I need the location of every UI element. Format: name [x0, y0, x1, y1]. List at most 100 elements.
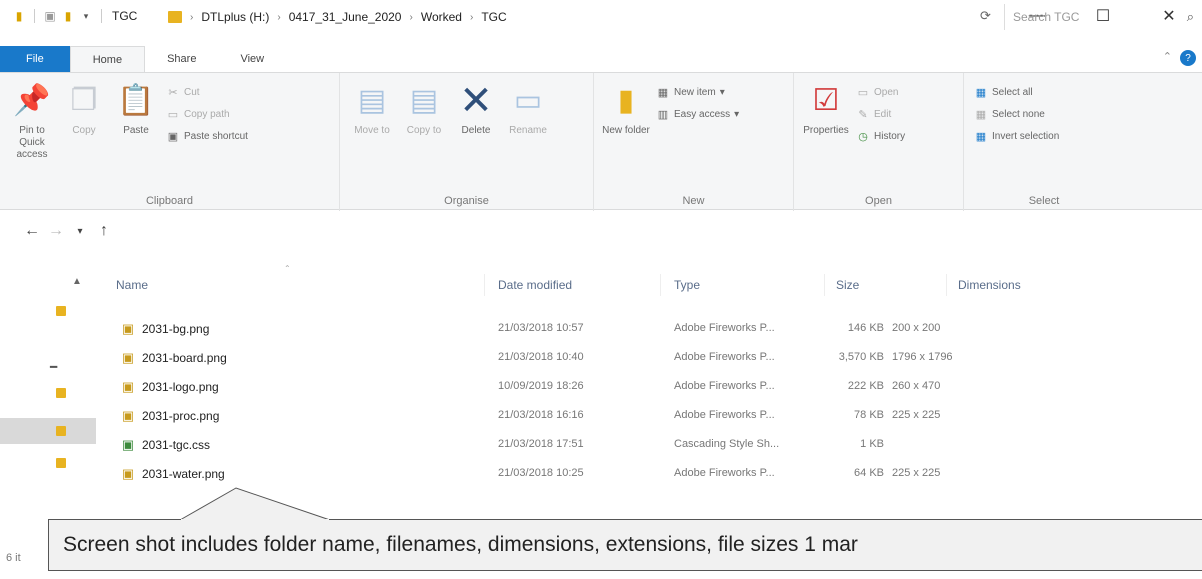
- copy-button[interactable]: ❐ Copy: [58, 81, 110, 211]
- file-row[interactable]: ▣ 2031-bg.png 21/03/2018 10:57 Adobe Fire…: [108, 316, 1108, 342]
- file-date: 21/03/2018 10:57: [498, 322, 584, 334]
- nav-item-selected[interactable]: [0, 418, 96, 444]
- file-size: 3,570 KB: [838, 351, 884, 363]
- folder-icon[interactable]: [56, 306, 66, 316]
- move-to-button[interactable]: ▤ Move to: [346, 81, 398, 211]
- move-to-icon: ▤: [357, 84, 387, 117]
- chevron-right-icon[interactable]: ›: [470, 12, 473, 23]
- status-item-count: 6 it: [6, 552, 21, 564]
- file-name: 2031-proc.png: [142, 409, 220, 423]
- help-icon[interactable]: ?: [1180, 50, 1196, 66]
- breadcrumb-drive[interactable]: DTLplus (H:): [201, 10, 269, 24]
- clipboard-group-label: Clipboard: [145, 195, 194, 207]
- new-folder-icon[interactable]: ▮: [61, 9, 75, 23]
- edit-button[interactable]: ✎ Edit: [856, 107, 905, 121]
- column-divider[interactable]: [824, 274, 825, 296]
- organise-group-label: Organise: [444, 195, 489, 207]
- search-box[interactable]: Search TGC ⌕: [1004, 4, 1200, 30]
- file-row[interactable]: ▣ 2031-board.png 21/03/2018 10:40 Adobe F…: [108, 345, 1108, 371]
- open-button[interactable]: ▭ Open: [856, 85, 905, 99]
- tab-share[interactable]: Share: [145, 46, 218, 72]
- history-button[interactable]: ◷ History: [856, 129, 905, 143]
- address-bar[interactable]: › DTLplus (H:) › 0417_31_June_2020 › Wor…: [168, 4, 948, 30]
- column-header-size[interactable]: Size: [836, 278, 859, 292]
- invert-selection-button[interactable]: ▦ Invert selection: [974, 129, 1059, 143]
- column-divider[interactable]: [946, 274, 947, 296]
- open-small-buttons: ▭ Open ✎ Edit ◷ History: [856, 81, 905, 211]
- pin-icon[interactable]: ━: [50, 360, 57, 374]
- breadcrumb-current[interactable]: TGC: [481, 10, 506, 24]
- select-group: ▦ Select all ▦ Select none ▦ Invert sele…: [964, 73, 1124, 211]
- collapse-ribbon-icon[interactable]: ⌃: [1163, 50, 1172, 63]
- file-row[interactable]: ▣ 2031-logo.png 10/09/2019 18:26 Adobe Fi…: [108, 374, 1108, 400]
- annotation-callout: Screen shot includes folder name, filena…: [48, 519, 1202, 571]
- rename-button[interactable]: ▭ Rename: [502, 81, 554, 211]
- rename-icon: ▭: [513, 84, 543, 117]
- copy-to-button[interactable]: ▤ Copy to: [398, 81, 450, 211]
- delete-x-icon: ✕: [459, 79, 493, 123]
- scroll-up-icon[interactable]: ▲: [72, 276, 82, 287]
- select-none-button[interactable]: ▦ Select none: [974, 107, 1059, 121]
- select-all-button[interactable]: ▦ Select all: [974, 85, 1059, 99]
- select-none-label: Select none: [992, 108, 1045, 120]
- forward-arrow-icon[interactable]: →: [44, 222, 68, 240]
- column-header-dimensions[interactable]: Dimensions: [958, 278, 1021, 292]
- recent-locations-icon[interactable]: ▾: [68, 226, 92, 237]
- column-header-name[interactable]: Name: [116, 278, 148, 292]
- tab-home[interactable]: Home: [69, 46, 146, 72]
- breadcrumb-folder-2[interactable]: Worked: [421, 10, 462, 24]
- breadcrumb-folder-1[interactable]: 0417_31_June_2020: [289, 10, 402, 24]
- file-row[interactable]: ▣ 2031-proc.png 21/03/2018 16:16 Adobe Fi…: [108, 403, 1108, 429]
- copy-path-label: Copy path: [184, 108, 230, 120]
- file-size: 64 KB: [854, 467, 884, 479]
- properties-check-icon: ☑: [812, 84, 840, 117]
- paste-button[interactable]: 📋 Paste: [110, 81, 162, 211]
- chevron-right-icon[interactable]: ›: [190, 12, 193, 23]
- properties-icon[interactable]: ▣: [43, 9, 57, 23]
- delete-button[interactable]: ✕ Delete: [450, 81, 502, 211]
- ribbon: 📌 Pin to Quick access ❐ Copy 📋 Paste ✂ C…: [0, 72, 1202, 211]
- back-arrow-icon[interactable]: ←: [20, 222, 44, 240]
- select-none-icon: ▦: [975, 108, 987, 121]
- column-header-type[interactable]: Type: [674, 278, 700, 292]
- new-small-buttons: ▦ New item ▾ ▥ Easy access ▾: [656, 81, 739, 211]
- customize-qat-icon[interactable]: ▾: [79, 9, 93, 23]
- copy-icon: ❐: [70, 84, 98, 117]
- pin-icon: 📌: [13, 84, 51, 117]
- ribbon-tabs: File Home Share View: [0, 44, 1202, 72]
- new-folder-button[interactable]: ▮ New folder: [600, 81, 652, 211]
- file-dimensions: 1796 x 1796: [892, 351, 953, 363]
- file-row[interactable]: ▣ 2031-water.png 21/03/2018 10:25 Adobe F…: [108, 461, 1108, 487]
- up-arrow-icon[interactable]: ↑: [92, 222, 116, 240]
- easy-access-button[interactable]: ▥ Easy access ▾: [656, 107, 739, 121]
- tab-view[interactable]: View: [218, 46, 286, 72]
- chevron-right-icon[interactable]: ›: [409, 12, 412, 23]
- folder-icon[interactable]: [56, 458, 66, 468]
- paste-shortcut-button[interactable]: ▣ Paste shortcut: [166, 129, 248, 143]
- column-header-date[interactable]: Date modified: [498, 278, 572, 292]
- fireworks-png-icon: ▣: [121, 466, 135, 481]
- tab-file[interactable]: File: [0, 46, 70, 72]
- folder-icon: ▮: [15, 9, 23, 23]
- properties-button[interactable]: ☑ Properties: [800, 81, 852, 211]
- copy-label: Copy: [72, 125, 96, 136]
- fireworks-png-icon: ▣: [121, 408, 135, 423]
- file-name: 2031-bg.png: [142, 322, 210, 336]
- column-divider[interactable]: [484, 274, 485, 296]
- file-date: 21/03/2018 17:51: [498, 438, 584, 450]
- refresh-icon[interactable]: ⟳: [980, 8, 991, 24]
- css-file-icon: ▣: [121, 437, 135, 452]
- chevron-right-icon[interactable]: ›: [277, 12, 280, 23]
- file-date: 10/09/2019 18:26: [498, 380, 584, 392]
- folder-icon[interactable]: [56, 388, 66, 398]
- pin-to-quick-access-button[interactable]: 📌 Pin to Quick access: [6, 81, 58, 211]
- file-dimensions: 200 x 200: [892, 322, 941, 334]
- cut-button[interactable]: ✂ Cut: [166, 85, 248, 99]
- copy-path-button[interactable]: ▭ Copy path: [166, 107, 248, 121]
- search-icon: ⌕: [1186, 9, 1194, 24]
- new-item-button[interactable]: ▦ New item ▾: [656, 85, 739, 99]
- column-divider[interactable]: [660, 274, 661, 296]
- file-row[interactable]: ▣ 2031-tgc.css 21/03/2018 17:51 Cascading…: [108, 432, 1108, 458]
- folder-icon: [168, 11, 182, 23]
- file-type: Adobe Fireworks P...: [674, 380, 775, 392]
